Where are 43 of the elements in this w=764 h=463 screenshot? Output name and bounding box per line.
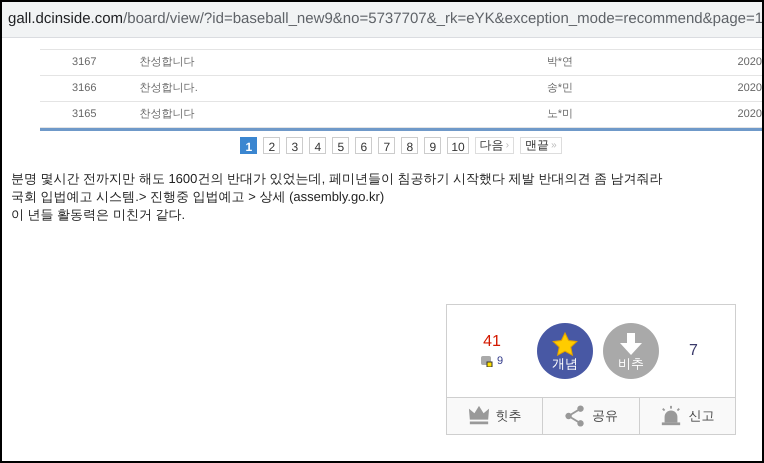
star-icon: [552, 332, 578, 356]
table-cell-text: 3167: [72, 55, 98, 70]
page-button[interactable]: 2: [263, 136, 280, 154]
table-cell-text: 노*미: [546, 107, 574, 122]
url-domain: gall.dcinside.com: [8, 9, 124, 30]
table-cell-text: 찬성합니다.: [140, 81, 199, 96]
table-cell-text: 찬성합니다: [140, 55, 196, 70]
share-icon: [564, 405, 586, 427]
post-text: 분명 몇시간 전까지만 해도 1600건의 반대가 있었는데, 페미년들이 침공하기 시작했다 제발 반대의견 좀 남겨줘라: [11, 170, 662, 188]
page-button[interactable]: 10: [447, 136, 469, 154]
action-button[interactable]: 신고: [638, 398, 735, 434]
page-button[interactable]: 8: [401, 136, 418, 154]
upvote-count: 41: [483, 332, 501, 351]
table-cell-text: 송*민: [546, 81, 574, 96]
page-button[interactable]: 1: [240, 136, 258, 154]
upvote-button[interactable]: 개념: [537, 323, 593, 379]
page-button[interactable]: 5: [332, 136, 350, 154]
page-button[interactable]: 3: [286, 136, 304, 154]
action-button[interactable]: 힛추: [447, 398, 542, 434]
crown-icon: [468, 405, 490, 427]
post-text: 국회 입법예고 시스템.> 진행중 입법예고 > 상세 (assembly.go.kr): [11, 188, 384, 206]
table-cell-text: 2020: [738, 107, 762, 122]
mobile-icon: [480, 356, 493, 366]
action-button[interactable]: 공유: [542, 398, 639, 434]
table-cell-text: 2020: [738, 55, 762, 70]
page-button[interactable]: 4: [309, 136, 326, 154]
page-button[interactable]: 9: [424, 136, 442, 154]
table-cell-text: 2020: [738, 81, 762, 96]
table-cell-text: 3165: [72, 107, 98, 122]
downvote-count: 7: [689, 341, 698, 361]
address-bar[interactable]: gall.dcinside.com/board/view/?id=baseball_new9&no=5737707&_rk=eYK&exception_mode=recommend&page=1: [2, 2, 762, 38]
table-cell-text: 박*연: [546, 55, 574, 70]
page-button[interactable]: 6: [355, 136, 372, 154]
fixed-upvote-count: 9: [496, 354, 504, 369]
post-text: 이 년들 활동력은 미친거 같다.: [11, 206, 186, 224]
table-cell-text: 찬성합니다: [140, 107, 196, 122]
siren-icon: [660, 405, 682, 427]
url-path: /board/view/?id=baseball_new9&no=5737707&_rk=eYK&exception_mode=recommend&page=1: [123, 9, 762, 30]
table-cell-text: 3166: [72, 81, 98, 96]
down-arrow-icon: [619, 332, 643, 356]
next-page-button[interactable]: 다음 ›: [474, 136, 514, 154]
last-page-button[interactable]: 맨끝 »: [520, 136, 562, 154]
page-button[interactable]: 7: [378, 136, 396, 154]
